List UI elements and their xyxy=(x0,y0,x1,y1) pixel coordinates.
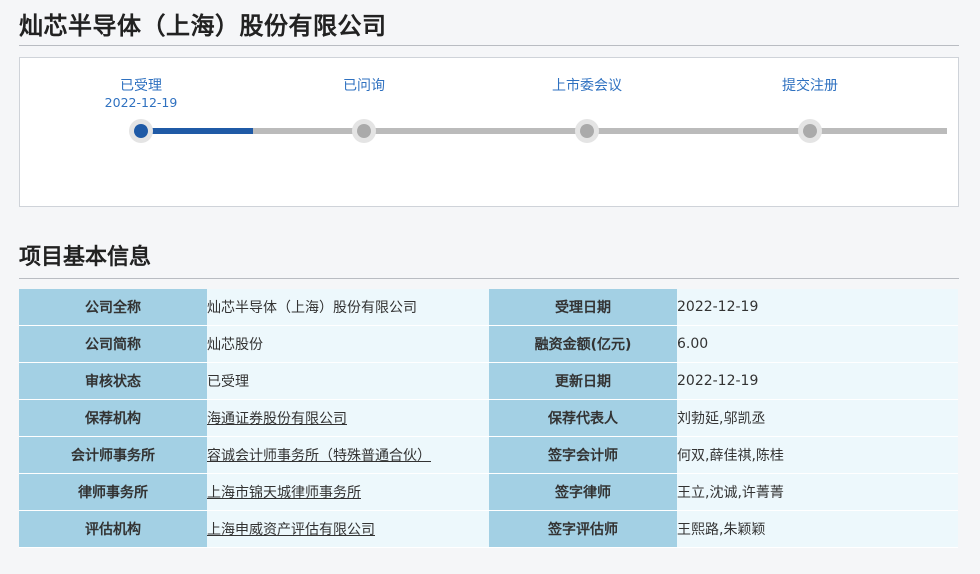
label-sponsor: 保荐机构 xyxy=(19,399,207,437)
value-company-shortname: 灿芯股份 xyxy=(207,325,489,363)
value-update-date: 2022-12-19 xyxy=(677,362,958,400)
table-row: 审核状态 已受理 更新日期 2022-12-19 xyxy=(19,362,958,400)
step-label-listing-committee: 上市委会议 xyxy=(552,78,622,94)
value-signing-accountants: 何双,薛佳祺,陈桂 xyxy=(677,436,958,474)
label-update-date: 更新日期 xyxy=(489,362,677,400)
law-firm-link[interactable]: 上海市锦天城律师事务所 xyxy=(207,485,361,501)
section-title: 项目基本信息 xyxy=(19,245,152,270)
label-appraisal-firm: 评估机构 xyxy=(19,510,207,548)
progress-track-fill xyxy=(141,128,253,134)
step-date-accepted: 2022-12-19 xyxy=(104,95,178,110)
table-row: 保荐机构 海通证券股份有限公司 保荐代表人 刘勃延,邬凯丞 xyxy=(19,399,958,437)
progress-card: 已受理 2022-12-19 已问询 上市委会议 提交注册 xyxy=(19,57,959,207)
appraisal-firm-link[interactable]: 上海申威资产评估有限公司 xyxy=(207,522,375,538)
value-signing-lawyers: 王立,沈诚,许菁菁 xyxy=(677,473,958,511)
section-divider xyxy=(19,278,959,279)
step-node-accepted xyxy=(129,119,153,143)
value-sponsor-reps: 刘勃延,邬凯丞 xyxy=(677,399,958,437)
label-sponsor-reps: 保荐代表人 xyxy=(489,399,677,437)
label-signing-appraisers: 签字评估师 xyxy=(489,510,677,548)
step-node-registration xyxy=(798,119,822,143)
table-row: 会计师事务所 容诚会计师事务所（特殊普通合伙） 签字会计师 何双,薛佳祺,陈桂 xyxy=(19,436,958,474)
page-title: 灿芯半导体（上海）股份有限公司 xyxy=(19,12,387,40)
label-signing-accountants: 签字会计师 xyxy=(489,436,677,474)
accounting-firm-link[interactable]: 容诚会计师事务所（特殊普通合伙） xyxy=(207,448,431,464)
table-row: 律师事务所 上海市锦天城律师事务所 签字律师 王立,沈诚,许菁菁 xyxy=(19,473,958,511)
value-company-fullname: 灿芯半导体（上海）股份有限公司 xyxy=(207,289,489,326)
project-info-table: 公司全称 灿芯半导体（上海）股份有限公司 受理日期 2022-12-19 公司简… xyxy=(19,289,958,548)
sponsor-link[interactable]: 海通证券股份有限公司 xyxy=(207,411,347,427)
value-financing-amount: 6.00 xyxy=(677,325,958,363)
label-company-fullname: 公司全称 xyxy=(19,289,207,326)
label-law-firm: 律师事务所 xyxy=(19,473,207,511)
table-row: 评估机构 上海申威资产评估有限公司 签字评估师 王熙路,朱颖颖 xyxy=(19,510,958,548)
value-review-status: 已受理 xyxy=(207,362,489,400)
label-accept-date: 受理日期 xyxy=(489,289,677,326)
step-label-registration: 提交注册 xyxy=(782,78,838,94)
step-label-accepted: 已受理 xyxy=(120,78,162,94)
table-row: 公司简称 灿芯股份 融资金额(亿元) 6.00 xyxy=(19,325,958,363)
label-accounting-firm: 会计师事务所 xyxy=(19,436,207,474)
label-company-shortname: 公司简称 xyxy=(19,325,207,363)
progress-track xyxy=(141,128,947,134)
step-node-listing-committee xyxy=(575,119,599,143)
label-review-status: 审核状态 xyxy=(19,362,207,400)
table-row: 公司全称 灿芯半导体（上海）股份有限公司 受理日期 2022-12-19 xyxy=(19,289,958,326)
title-divider xyxy=(19,45,959,46)
label-financing-amount: 融资金额(亿元) xyxy=(489,325,677,363)
step-label-inquiry: 已问询 xyxy=(343,78,385,94)
value-accept-date: 2022-12-19 xyxy=(677,289,958,326)
value-signing-appraisers: 王熙路,朱颖颖 xyxy=(677,510,958,548)
label-signing-lawyers: 签字律师 xyxy=(489,473,677,511)
step-node-inquiry xyxy=(352,119,376,143)
